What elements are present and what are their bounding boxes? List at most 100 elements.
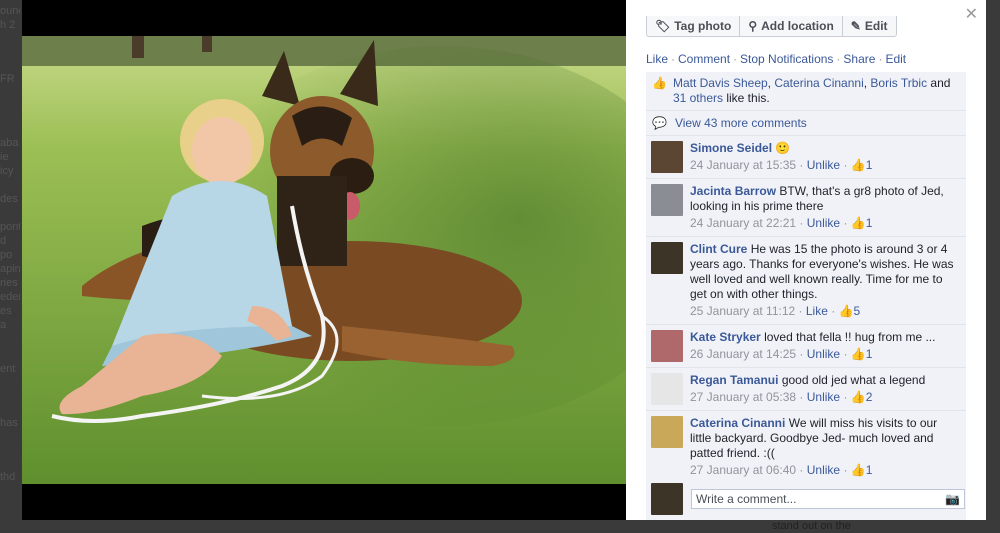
thumbs-up-icon[interactable]: 👍 (851, 463, 866, 477)
edit-link[interactable]: Edit (885, 52, 906, 66)
comment-meta: 27 January at 05:38 · Unlike · 👍2 (690, 390, 873, 404)
others-link[interactable]: 31 others (673, 91, 723, 105)
comment-row: Simone Seidel 🙂 24 January at 15:35 · Unl… (646, 136, 966, 179)
thumbs-up-icon[interactable]: 👍 (851, 158, 866, 172)
bg-text: has (0, 417, 18, 429)
avatar (651, 483, 683, 515)
photo-side-panel: ✕ 🏷 Tag photo ⚲ Add location ✎ Edit Like… (626, 0, 986, 520)
avatar[interactable] (651, 242, 683, 274)
comment-body: Caterina Cinanni We will miss his visits… (690, 416, 961, 478)
thumbs-up-icon[interactable]: 👍 (839, 304, 854, 318)
comment-time[interactable]: 27 January at 06:40 (690, 463, 796, 477)
bg-text: ie (0, 151, 9, 163)
liker-link[interactable]: Boris Trbic (870, 76, 927, 90)
comment-time[interactable]: 27 January at 05:38 (690, 390, 796, 404)
unlike-link[interactable]: Unlike (807, 463, 840, 477)
bg-text: ries (0, 277, 18, 289)
comments-feed: 👍 Matt Davis Sheep, Caterina Cinanni, Bo… (646, 72, 966, 484)
unlike-link[interactable]: Unlike (807, 216, 840, 230)
comment-row: Jacinta Barrow BTW, that's a gr8 photo o… (646, 179, 966, 237)
bg-text: pont (0, 221, 20, 233)
share-link[interactable]: Share (843, 52, 875, 66)
bg-text: es a (0, 305, 12, 331)
edit-label: Edit (864, 19, 888, 33)
add-location-button[interactable]: ⚲ Add location (740, 16, 843, 36)
comment-time[interactable]: 25 January at 11:12 (690, 304, 795, 318)
avatar[interactable] (651, 416, 683, 448)
comment-body: Regan Tamanui good old jed what a legend… (690, 373, 961, 405)
commenter-name[interactable]: Caterina Cinanni (690, 416, 785, 430)
bg-text: apin (0, 263, 20, 275)
photo-toolbar: 🏷 Tag photo ⚲ Add location ✎ Edit (646, 16, 897, 37)
close-icon[interactable]: ✕ (965, 4, 978, 24)
comment-row: Clint Cure He was 15 the photo is around… (646, 237, 966, 325)
commenter-name[interactable]: Regan Tamanui (690, 373, 778, 387)
separator: · (836, 52, 841, 66)
commenter-name[interactable]: Jacinta Barrow (690, 184, 776, 198)
liker-link[interactable]: Matt Davis Sheep (673, 76, 768, 90)
tag-photo-button[interactable]: 🏷 Tag photo (647, 16, 741, 36)
avatar[interactable] (651, 373, 683, 405)
comment-time[interactable]: 26 January at 14:25 (690, 347, 796, 361)
unlike-link[interactable]: Unlike (807, 390, 840, 404)
bg-text: h 2 (0, 19, 16, 31)
bg-text: icy (0, 165, 14, 177)
comment-input[interactable]: Write a comment... 📷 (691, 489, 965, 509)
likes-suffix: like this. (726, 91, 770, 105)
thumbs-up-icon[interactable]: 👍 (851, 347, 866, 361)
comment-body: Simone Seidel 🙂 24 January at 15:35 · Unl… (690, 141, 961, 173)
separator: · (733, 52, 738, 66)
likes-summary: 👍 Matt Davis Sheep, Caterina Cinanni, Bo… (646, 72, 966, 111)
like-link[interactable]: Like (646, 52, 668, 66)
comment-text: loved that fella !! hug from me ... (764, 330, 936, 344)
bg-text: FR (0, 73, 15, 85)
bg-text: ent (0, 363, 16, 375)
like-count[interactable]: 1 (866, 216, 873, 230)
photo-actions: Like · Comment · Stop Notifications · Share · Ed… (646, 52, 906, 66)
like-count[interactable]: 2 (866, 390, 873, 404)
comment-row: Caterina Cinanni We will miss his visits… (646, 411, 966, 484)
like-count[interactable]: 5 (854, 304, 861, 318)
unlike-link[interactable]: Unlike (807, 158, 840, 172)
add-location-label: Add location (761, 19, 834, 33)
avatar[interactable] (651, 184, 683, 216)
camera-icon[interactable]: 📷 (945, 492, 960, 506)
comment-time[interactable]: 24 January at 22:21 (690, 216, 796, 230)
like-count[interactable]: 1 (866, 347, 873, 361)
like-count[interactable]: 1 (866, 158, 873, 172)
comment-body: Clint Cure He was 15 the photo is around… (690, 242, 961, 319)
pencil-icon: ✎ (850, 19, 861, 33)
separator: · (671, 52, 676, 66)
bg-text: ounc (0, 5, 20, 17)
comment-meta: 27 January at 06:40 · Unlike · 👍1 (690, 463, 873, 477)
unlike-link[interactable]: Like (806, 304, 828, 318)
photo[interactable] (22, 36, 626, 484)
comment-time[interactable]: 24 January at 15:35 (690, 158, 796, 172)
view-more-comments[interactable]: 💬 View 43 more comments (646, 111, 966, 136)
thumbs-up-icon: 👍 (652, 76, 667, 90)
reply-box: Write a comment... 📷 (646, 478, 966, 520)
liker-link[interactable]: Caterina Cinanni (774, 76, 863, 90)
stop-notifications-link[interactable]: Stop Notifications (740, 52, 833, 66)
likes-text: Matt Davis Sheep, Caterina Cinanni, Bori… (672, 76, 951, 105)
avatar[interactable] (651, 330, 683, 362)
edit-button[interactable]: ✎ Edit (843, 16, 896, 36)
commenter-name[interactable]: Kate Stryker (690, 330, 761, 344)
thumbs-up-icon[interactable]: 👍 (851, 216, 866, 230)
bg-text: aba (0, 137, 19, 149)
comment-meta: 24 January at 22:21 · Unlike · 👍1 (690, 216, 873, 230)
unlike-link[interactable]: Unlike (807, 347, 840, 361)
location-pin-icon: ⚲ (748, 19, 758, 33)
comment-link[interactable]: Comment (678, 52, 730, 66)
thumbs-up-icon[interactable]: 👍 (851, 390, 866, 404)
comment-body: Kate Stryker loved that fella !! hug fro… (690, 330, 961, 362)
tag-icon: 🏷 (655, 19, 671, 33)
avatar[interactable] (651, 141, 683, 173)
bg-text: des (0, 193, 18, 205)
commenter-name[interactable]: Simone Seidel (690, 141, 772, 155)
commenter-name[interactable]: Clint Cure (690, 242, 747, 256)
comment-text: good old jed what a legend (781, 373, 926, 387)
background-page-left: ounc h 2 FR aba ie icy des pont d po api… (0, 0, 20, 533)
comment-placeholder: Write a comment... (696, 492, 797, 506)
like-count[interactable]: 1 (866, 463, 873, 477)
